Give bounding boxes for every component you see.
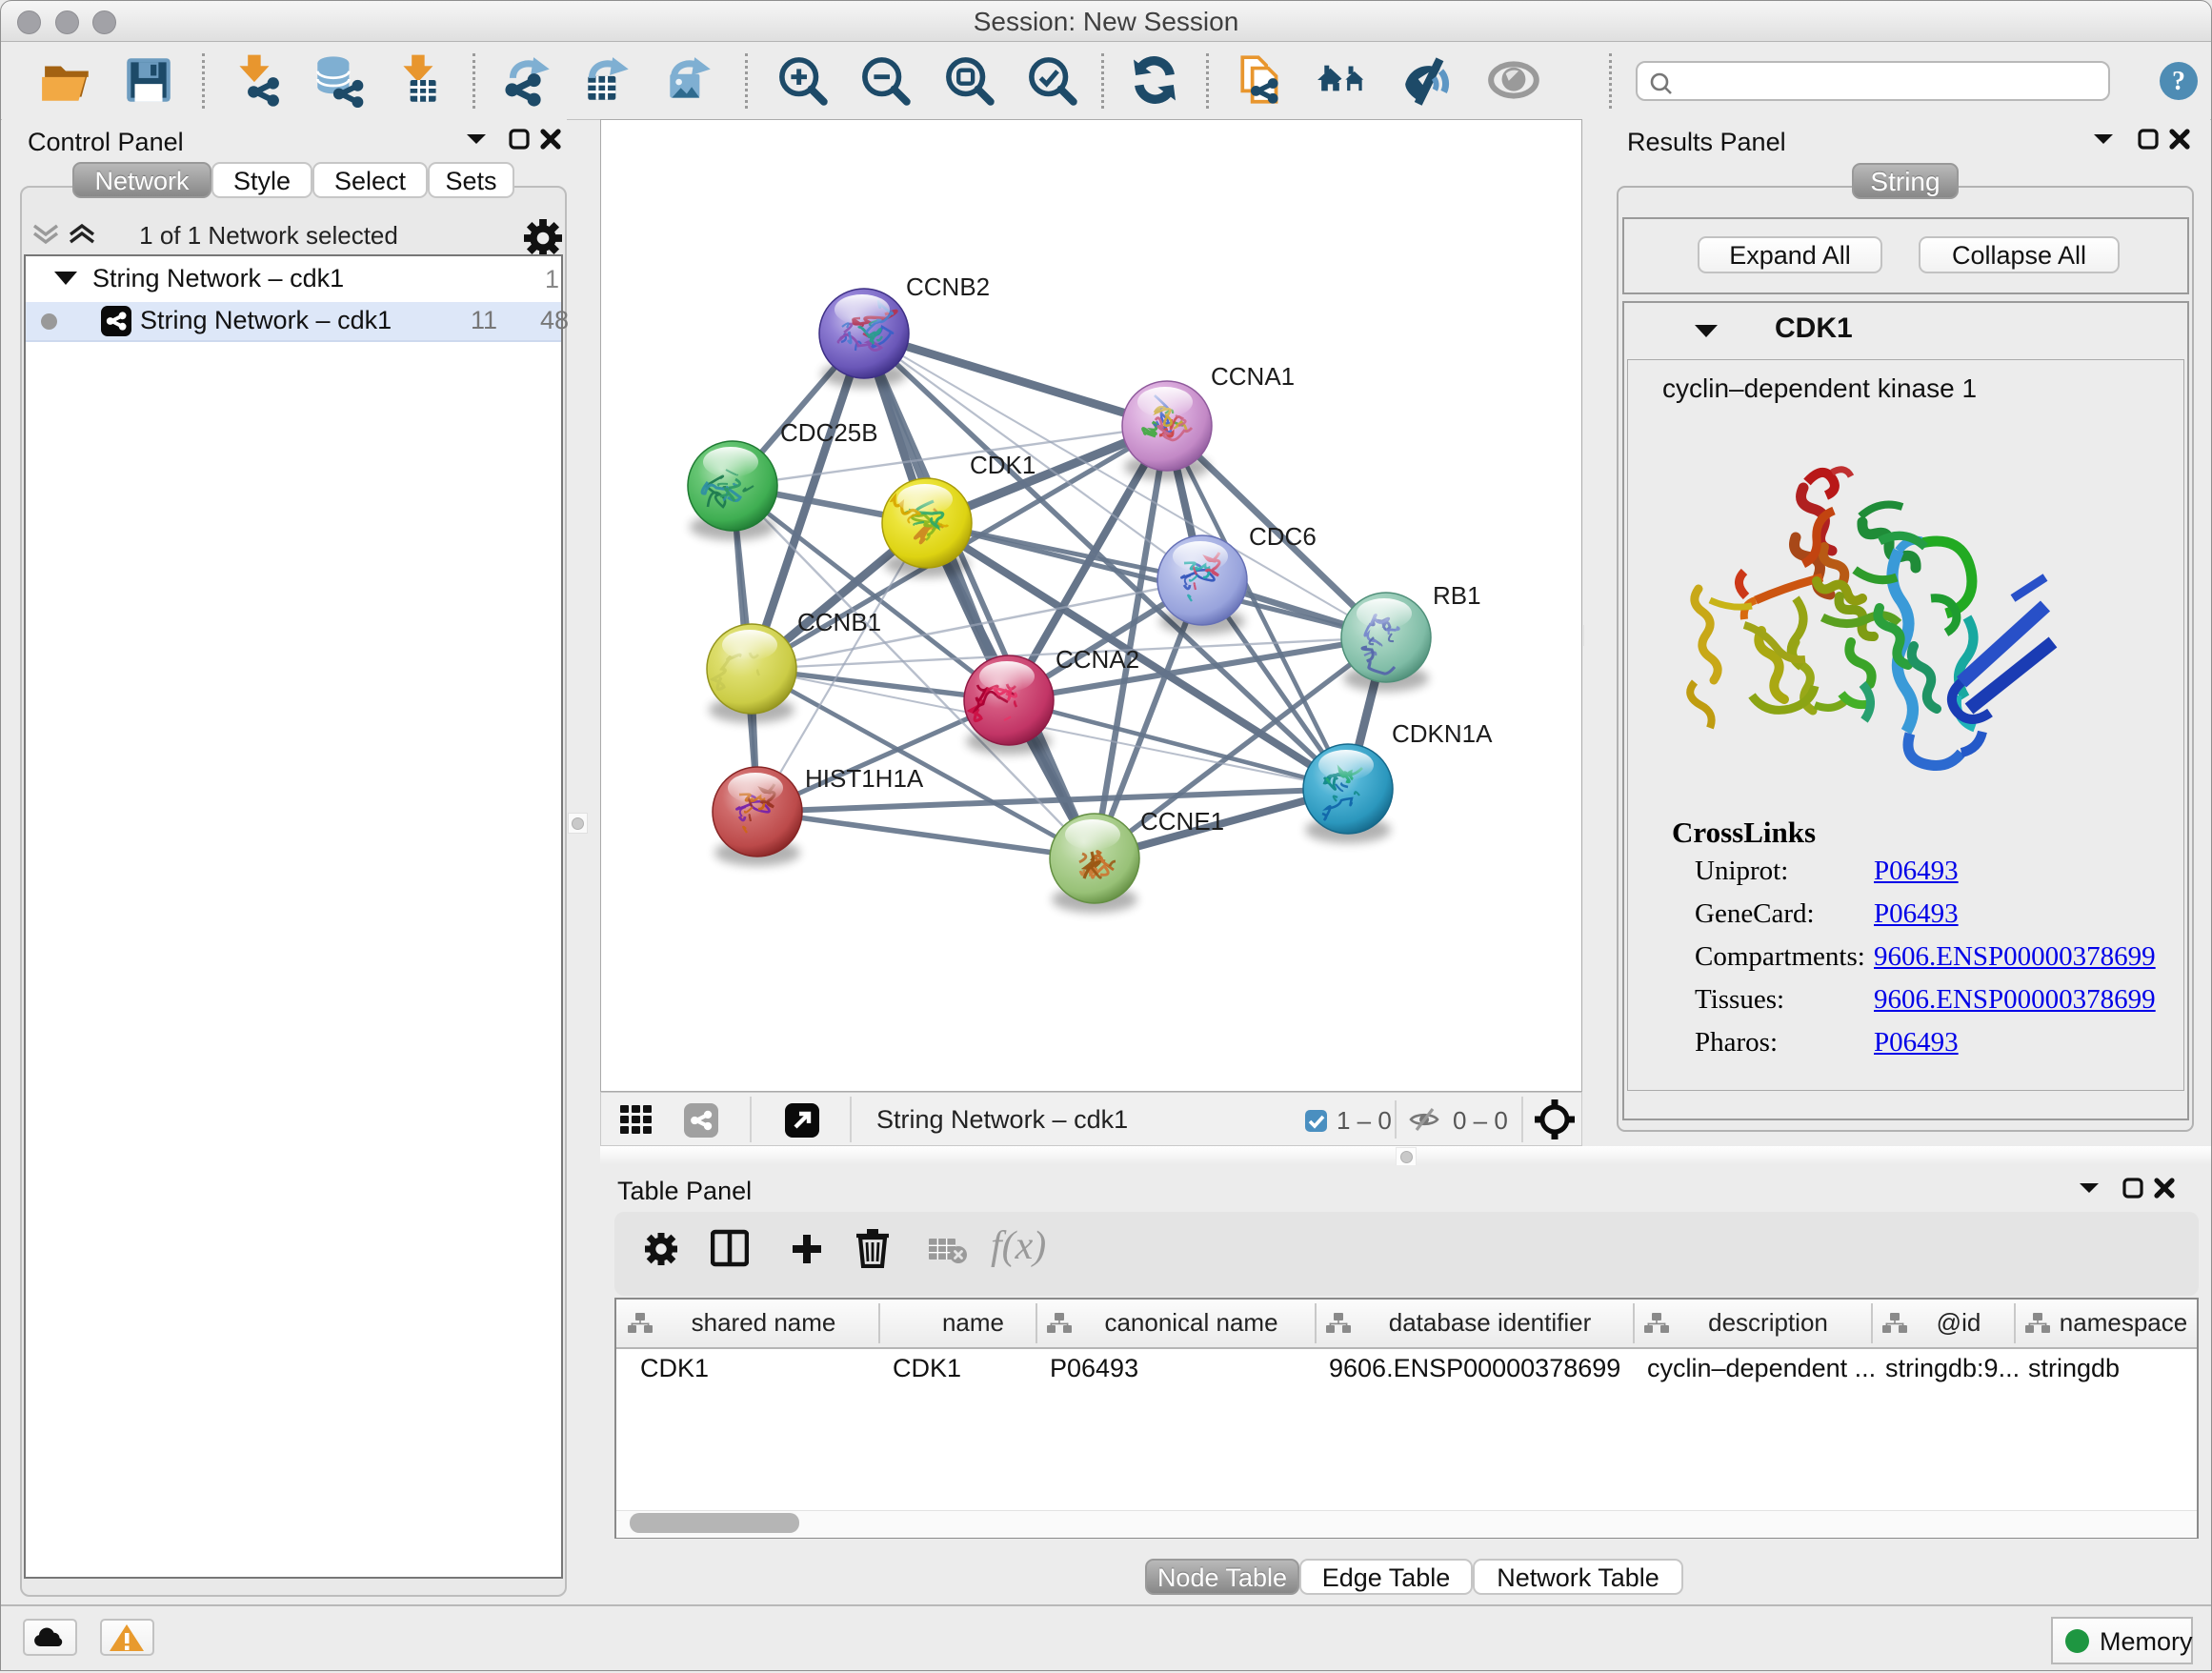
- svg-text:CDC25B: CDC25B: [780, 418, 878, 447]
- svg-text:CCNA1: CCNA1: [1211, 362, 1295, 391]
- svg-text:CCNB1: CCNB1: [797, 608, 881, 636]
- svg-text:CDKN1A: CDKN1A: [1392, 719, 1493, 748]
- svg-text:RB1: RB1: [1433, 581, 1481, 610]
- svg-text:CDC6: CDC6: [1249, 522, 1317, 551]
- svg-text:CCNA2: CCNA2: [1056, 645, 1139, 674]
- svg-text:CDK1: CDK1: [970, 451, 1036, 479]
- svg-text:CCNB2: CCNB2: [906, 272, 990, 301]
- svg-text:HIST1H1A: HIST1H1A: [805, 764, 924, 793]
- svg-text:?: ?: [2172, 67, 2185, 96]
- svg-text:CCNE1: CCNE1: [1140, 807, 1224, 836]
